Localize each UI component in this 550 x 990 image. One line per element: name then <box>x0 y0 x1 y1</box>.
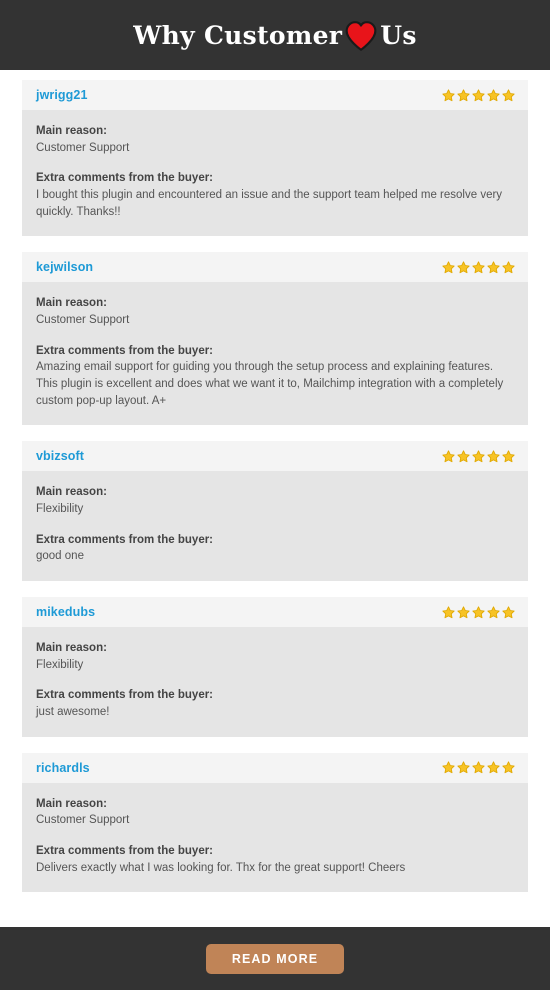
main-reason-label: Main reason: <box>36 125 107 137</box>
extra-comments-value: Delivers exactly what I was looking for.… <box>36 861 406 874</box>
star-icon <box>472 761 485 774</box>
star-icon <box>457 606 470 619</box>
star-icon <box>487 761 500 774</box>
main-reason-block: Main reason: Flexibility <box>36 484 514 517</box>
extra-comments-label: Extra comments from the buyer: <box>36 845 214 858</box>
extra-comments-label: Extra comments from the buyer: <box>36 172 214 185</box>
star-icon <box>442 88 455 102</box>
main-reason-block: Main reason: Flexibility <box>36 640 514 673</box>
extra-comments-value: good one <box>36 550 84 563</box>
main-reason-label: Main reason: <box>36 486 107 499</box>
review-header: kejwilson <box>22 252 528 283</box>
main-reason-label: Main reason: <box>36 297 107 310</box>
star-icon <box>502 261 515 274</box>
page-title-before: Why Customer <box>133 20 343 50</box>
star-icon <box>472 261 485 274</box>
review-username[interactable]: mikedubs <box>36 605 95 619</box>
review-body: Main reason: Customer Support Extra commen… <box>22 282 528 426</box>
rating-stars <box>442 606 515 619</box>
main-reason-value: Customer Support <box>36 314 130 327</box>
review-header: jwrigg21 <box>22 80 528 110</box>
extra-comments-value: I bought this plugin and encountered an … <box>36 189 503 218</box>
review-body: Main reason: Flexibility Extra comments fr… <box>22 627 528 737</box>
review-card: jwrigg21 Main reason: Customer Support Extr… <box>22 80 528 237</box>
main-reason-block: Main reason: Customer Support <box>36 796 514 829</box>
review-card: kejwilson Main reason: Customer Support Ext… <box>22 252 528 426</box>
page-title-after: Us <box>380 20 417 50</box>
star-icon <box>502 88 515 102</box>
reviews-list: jwrigg21 Main reason: Customer Support Extr… <box>0 70 550 893</box>
main-reason-value: Customer Support <box>36 814 130 827</box>
main-reason-label: Main reason: <box>36 797 107 810</box>
review-header: mikedubs <box>22 597 528 628</box>
read-more-button[interactable]: Read More <box>205 943 345 974</box>
extra-comments-value: Amazing email support for guiding you th… <box>36 361 504 407</box>
star-icon <box>502 450 515 463</box>
rating-stars <box>442 450 515 463</box>
star-icon <box>502 606 515 619</box>
rating-stars <box>442 261 515 274</box>
star-icon <box>502 761 515 774</box>
page-title: Why Customer Us <box>133 18 416 52</box>
extra-comments-value: just awesome! <box>36 706 110 719</box>
star-icon <box>472 606 485 619</box>
reviews-scroll-region[interactable]: jwrigg21 Main reason: Customer Support Extr… <box>0 70 550 927</box>
star-icon <box>442 606 455 619</box>
star-icon <box>442 450 455 463</box>
extra-comments-block: Extra comments from the buyer: good one <box>36 532 514 565</box>
star-icon <box>472 450 485 463</box>
site-header: Why Customer Us <box>0 0 550 70</box>
review-username[interactable]: jwrigg21 <box>36 88 88 102</box>
review-username[interactable]: richardls <box>36 761 90 775</box>
review-header: vbizsoft <box>22 441 528 472</box>
review-card: richardls Main reason: Customer Support Ext… <box>22 752 528 893</box>
review-header: richardls <box>22 752 528 783</box>
main-reason-block: Main reason: Customer Support <box>36 295 514 328</box>
star-icon <box>487 88 500 102</box>
main-reason-label: Main reason: <box>36 642 107 655</box>
extra-comments-block: Extra comments from the buyer: Delivers e… <box>36 843 514 876</box>
extra-comments-label: Extra comments from the buyer: <box>36 689 214 702</box>
star-icon <box>472 88 485 102</box>
main-reason-value: Customer Support <box>36 141 130 154</box>
star-icon <box>457 261 470 274</box>
review-card: vbizsoft Main reason: Flexibility Extra com… <box>22 441 528 582</box>
star-icon <box>487 261 500 274</box>
review-username[interactable]: kejwilson <box>36 260 93 274</box>
rating-stars <box>442 88 515 102</box>
review-body: Main reason: Customer Support Extra commen… <box>22 110 528 237</box>
review-body: Main reason: Flexibility Extra comments fr… <box>22 471 528 582</box>
extra-comments-block: Extra comments from the buyer: just aweso… <box>36 687 514 720</box>
main-reason-value: Flexibility <box>36 503 84 516</box>
extra-comments-block: Extra comments from the buyer: Amazing em… <box>36 343 514 410</box>
star-icon <box>442 261 455 274</box>
extra-comments-block: Extra comments from the buyer: I bought t… <box>36 170 514 220</box>
star-icon <box>457 761 470 774</box>
rating-stars <box>442 761 515 774</box>
review-body: Main reason: Customer Support Extra commen… <box>22 782 528 893</box>
main-reason-block: Main reason: Customer Support <box>36 123 514 156</box>
star-icon <box>457 450 470 463</box>
red-heart-icon <box>344 19 378 53</box>
star-icon <box>487 606 500 619</box>
main-reason-value: Flexibility <box>36 658 84 671</box>
extra-comments-label: Extra comments from the buyer: <box>36 344 214 357</box>
star-icon <box>442 761 455 774</box>
extra-comments-label: Extra comments from the buyer: <box>36 533 214 546</box>
site-footer: Read More <box>0 927 550 990</box>
review-card: mikedubs Main reason: Flexibility Extra com… <box>22 597 528 737</box>
star-icon <box>487 450 500 463</box>
star-icon <box>457 88 470 102</box>
review-username[interactable]: vbizsoft <box>36 449 84 463</box>
